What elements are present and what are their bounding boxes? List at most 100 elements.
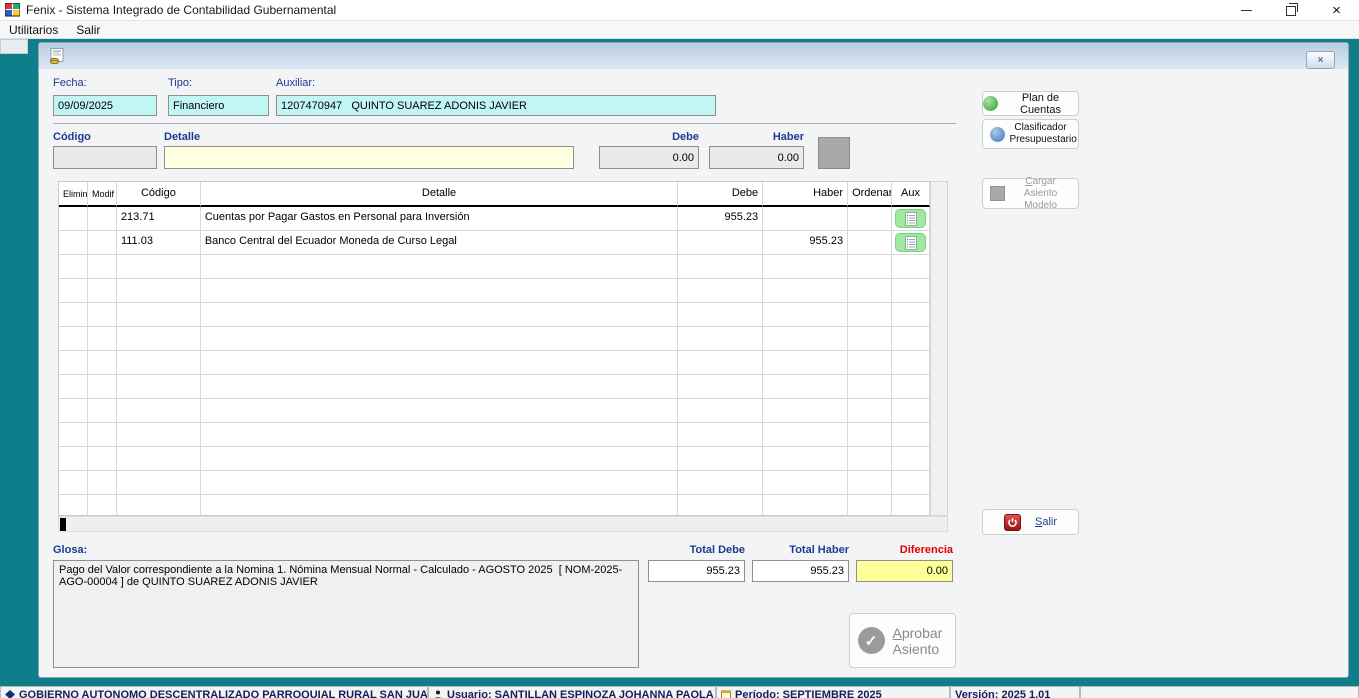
grid-cell (678, 447, 763, 471)
grid-header: Elimin Modif Código Detalle Debe Haber O… (59, 182, 930, 207)
statusbar-filler (1080, 686, 1359, 698)
grid-cell (678, 399, 763, 423)
grid-cell (848, 471, 892, 495)
grid-cell (117, 327, 201, 351)
grid-row (59, 423, 930, 447)
grid-cell (201, 399, 678, 423)
aux-button[interactable] (895, 209, 926, 228)
grid-cell-aux (892, 399, 930, 423)
codigo-input[interactable] (53, 146, 157, 169)
usuario-text: Usuario: SANTILLAN ESPINOZA JOHANNA PAOL… (447, 689, 714, 698)
grid-cell (59, 327, 88, 351)
restore-button[interactable] (1269, 0, 1314, 20)
grid-row[interactable]: 213.71Cuentas por Pagar Gastos en Person… (59, 207, 930, 231)
window-title: Fenix - Sistema Integrado de Contabilida… (26, 3, 336, 17)
grid-row (59, 255, 930, 279)
debe-input[interactable] (599, 146, 699, 169)
grid-vertical-scrollbar[interactable] (930, 181, 948, 516)
grid-cell (88, 447, 117, 471)
grid-cell (117, 423, 201, 447)
grid-cell (201, 303, 678, 327)
grid-cell (763, 495, 848, 516)
grid-cell (763, 375, 848, 399)
grid-body: 213.71Cuentas por Pagar Gastos en Person… (59, 207, 930, 516)
grid-cell (117, 471, 201, 495)
grid-cell-aux (892, 255, 930, 279)
auxiliar-input[interactable] (276, 95, 716, 116)
minimize-button[interactable] (1224, 0, 1269, 20)
grid-cell (117, 447, 201, 471)
grid-cell (848, 279, 892, 303)
close-asiento-button[interactable]: × (1306, 51, 1335, 69)
grid-cell (88, 327, 117, 351)
salir-button[interactable]: Salir (982, 509, 1079, 535)
cargar-asiento-modelo-button[interactable]: Cargar Asiento Modelo (982, 178, 1079, 209)
plan-de-cuentas-button[interactable]: Plan de Cuentas (982, 91, 1079, 116)
grid-cell-aux (892, 423, 930, 447)
grid-row (59, 495, 930, 516)
grid-cell (201, 375, 678, 399)
grid-cell-aux (892, 375, 930, 399)
grid-cell (117, 375, 201, 399)
grid-cell (88, 375, 117, 399)
gray-square-button[interactable] (818, 137, 850, 169)
grid-cell (88, 207, 117, 231)
haber-label: Haber (709, 131, 804, 143)
check-icon: ✓ (858, 627, 885, 654)
grid-header-haber: Haber (763, 182, 848, 207)
statusbar: GOBIERNO AUTONOMO DESCENTRALIZADO PARROQ… (0, 686, 1359, 698)
glosa-textarea[interactable] (53, 560, 639, 668)
grid-cell (678, 231, 763, 255)
clasificador-presupuestario-button[interactable]: Clasificador Presupuestario (982, 119, 1079, 149)
grid-row[interactable]: 111.03Banco Central del Ecuador Moneda d… (59, 231, 930, 255)
grid-cell (763, 351, 848, 375)
tipo-label: Tipo: (168, 77, 192, 89)
grid-cell (678, 423, 763, 447)
tipo-input[interactable] (168, 95, 269, 116)
grid-row (59, 351, 930, 375)
aprobar-asiento-label: Aprobar Asiento (893, 625, 948, 657)
grid-cell: 955.23 (763, 231, 848, 255)
grid-cell (59, 231, 88, 255)
close-icon: × (1332, 3, 1341, 18)
grid-header-codigo: Código (117, 182, 201, 207)
close-button[interactable]: × (1314, 0, 1359, 20)
grid-cell (678, 279, 763, 303)
fecha-input[interactable] (53, 95, 157, 116)
grid-header-elimin: Elimin (59, 182, 88, 207)
app-icon (5, 3, 20, 17)
grid-cell (117, 255, 201, 279)
version-text: Versión: 2025 1.01 (955, 689, 1050, 698)
grid-cell: 955.23 (678, 207, 763, 231)
detalle-label: Detalle (164, 131, 200, 143)
grid-cell (848, 351, 892, 375)
gray-square-icon (990, 186, 1005, 201)
asiento-window: × Fecha: Tipo: Auxiliar: Código Detalle … (38, 42, 1349, 678)
menu-item-salir[interactable]: Salir (67, 22, 109, 38)
grid-cell (678, 375, 763, 399)
grid-cell (763, 327, 848, 351)
grid-header-detalle: Detalle (201, 182, 678, 207)
grid-header-aux: Aux (892, 182, 930, 207)
glosa-label: Glosa: (53, 544, 87, 556)
statusbar-entity: GOBIERNO AUTONOMO DESCENTRALIZADO PARROQ… (0, 686, 428, 698)
grid-cell (59, 399, 88, 423)
toolbar-stub (0, 39, 28, 54)
calendar-icon (721, 690, 731, 698)
grid-cell (59, 495, 88, 516)
codigo-label: Código (53, 131, 91, 143)
grid-bottom-strip[interactable] (58, 516, 948, 532)
grid-row (59, 279, 930, 303)
haber-input[interactable] (709, 146, 804, 169)
grid-cell (88, 351, 117, 375)
aprobar-asiento-button[interactable]: ✓ Aprobar Asiento (849, 613, 956, 668)
grid-cell (201, 423, 678, 447)
aux-button[interactable] (895, 233, 926, 252)
grid-cell (88, 471, 117, 495)
grid-cell (88, 399, 117, 423)
grid-cell (848, 207, 892, 231)
detalle-input[interactable] (164, 146, 574, 169)
power-icon (1004, 514, 1021, 531)
menu-item-utilitarios[interactable]: Utilitarios (0, 22, 67, 38)
grid-cell (201, 495, 678, 516)
